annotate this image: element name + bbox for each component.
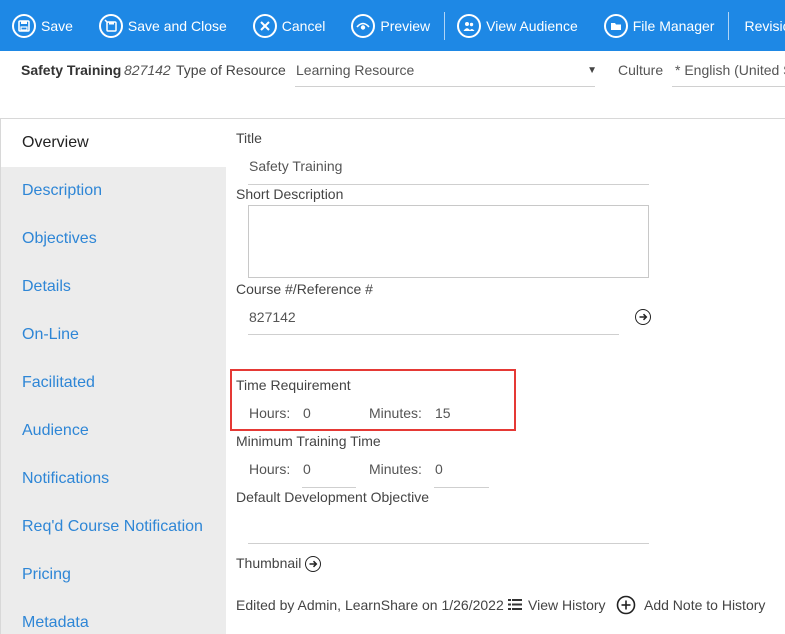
resource-number: 827142 <box>124 62 171 78</box>
resource-header: Safety Training 827142 Type of Resource … <box>0 51 785 119</box>
cancel-button[interactable]: Cancel <box>252 0 326 51</box>
save-and-close-label: Save and Close <box>127 17 227 34</box>
preview-button[interactable]: Preview <box>351 0 430 51</box>
sidebar-item-description[interactable]: Description <box>1 167 227 215</box>
culture-select[interactable]: * English (United S <box>672 55 785 87</box>
folder-icon <box>603 13 628 38</box>
development-objective-input[interactable] <box>248 543 649 544</box>
revision-label: Revision C <box>744 17 785 34</box>
title-label: Title <box>236 130 262 146</box>
caret-down-icon: ▼ <box>587 65 597 76</box>
toolbar-divider-2 <box>728 11 730 40</box>
sidebar-item-pricing[interactable]: Pricing <box>1 551 227 599</box>
type-of-resource-value: Learning Resource <box>296 62 415 78</box>
minimum-hours-label: Hours: <box>249 461 291 477</box>
sidebar-item-facilitated[interactable]: Facilitated <box>1 359 227 407</box>
view-audience-button[interactable]: View Audience <box>457 0 578 51</box>
toolbar: Save Save and Close Cancel Preview View … <box>0 0 785 51</box>
save-button[interactable]: Save <box>12 0 73 51</box>
time-requirement-minutes-label: Minutes: <box>369 405 422 421</box>
sidebar-item-notifications[interactable]: Notifications <box>1 455 227 503</box>
edited-by-text: Edited by Admin, LearnShare on 1/26/2022 <box>236 597 504 613</box>
save-icon <box>12 13 36 38</box>
minimum-hours-input[interactable]: 0 <box>303 461 311 477</box>
resource-title: Safety Training <box>21 62 122 78</box>
title-input[interactable]: Safety Training <box>249 158 342 174</box>
save-close-icon <box>98 13 123 38</box>
add-circle-icon[interactable] <box>616 595 636 615</box>
list-icon[interactable] <box>508 598 522 611</box>
thumbnail-label: Thumbnail <box>236 555 302 571</box>
type-of-resource-select[interactable]: Learning Resource ▼ <box>295 55 597 87</box>
sidebar-item-overview[interactable]: Overview <box>1 119 227 167</box>
cancel-label: Cancel <box>281 17 326 34</box>
culture-label: Culture <box>618 62 664 78</box>
minimum-minutes-label: Minutes: <box>369 461 422 477</box>
save-label: Save <box>41 17 73 34</box>
short-description-label: Short Description <box>236 186 344 202</box>
file-manager-label: File Manager <box>632 17 715 34</box>
time-requirement-label: Time Requirement <box>236 377 351 393</box>
arrow-right-circle-icon[interactable] <box>635 309 651 325</box>
minimum-hours-underline <box>302 487 356 488</box>
short-description-textarea[interactable] <box>248 205 649 278</box>
view-audience-label: View Audience <box>486 17 578 34</box>
file-manager-button[interactable]: File Manager <box>603 0 715 51</box>
time-requirement-minutes-input[interactable]: 15 <box>435 405 451 421</box>
course-reference-underline <box>248 334 619 335</box>
view-history-link[interactable]: View History <box>528 597 606 613</box>
title-underline <box>248 184 649 185</box>
sidebar-item-metadata[interactable]: Metadata <box>1 599 227 634</box>
thumbnail-arrow-icon[interactable] <box>305 556 321 572</box>
sidebar-item-objectives[interactable]: Objectives <box>1 215 227 263</box>
add-note-to-history-link[interactable]: Add Note to History <box>644 597 765 613</box>
time-requirement-hours-label: Hours: <box>249 405 291 421</box>
save-and-close-button[interactable]: Save and Close <box>98 0 227 51</box>
toolbar-divider <box>444 11 446 40</box>
minimum-training-time-label: Minimum Training Time <box>236 433 381 449</box>
preview-label: Preview <box>380 17 431 34</box>
sidebar-item-audience[interactable]: Audience <box>1 407 227 455</box>
development-objective-label: Default Development Objective <box>236 489 429 505</box>
time-requirement-hours-input[interactable]: 0 <box>303 405 311 421</box>
type-of-resource-label: Type of Resource <box>176 62 286 78</box>
culture-value: * English (United S <box>675 62 785 78</box>
sidebar-item-on-line[interactable]: On-Line <box>1 311 227 359</box>
sidebar-item-reqd-course-notification[interactable]: Req'd Course Notification <box>1 503 227 551</box>
minimum-minutes-underline <box>434 487 489 488</box>
course-reference-input[interactable]: 827142 <box>249 309 296 325</box>
course-reference-label: Course #/Reference # <box>236 281 373 297</box>
revision-button[interactable]: Revision C <box>744 0 785 51</box>
users-icon <box>457 13 482 38</box>
eye-icon <box>351 13 376 38</box>
minimum-minutes-input[interactable]: 0 <box>435 461 443 477</box>
sidebar-item-details[interactable]: Details <box>1 263 227 311</box>
close-icon <box>252 13 277 38</box>
sidebar: Overview Description Objectives Details … <box>0 119 227 634</box>
